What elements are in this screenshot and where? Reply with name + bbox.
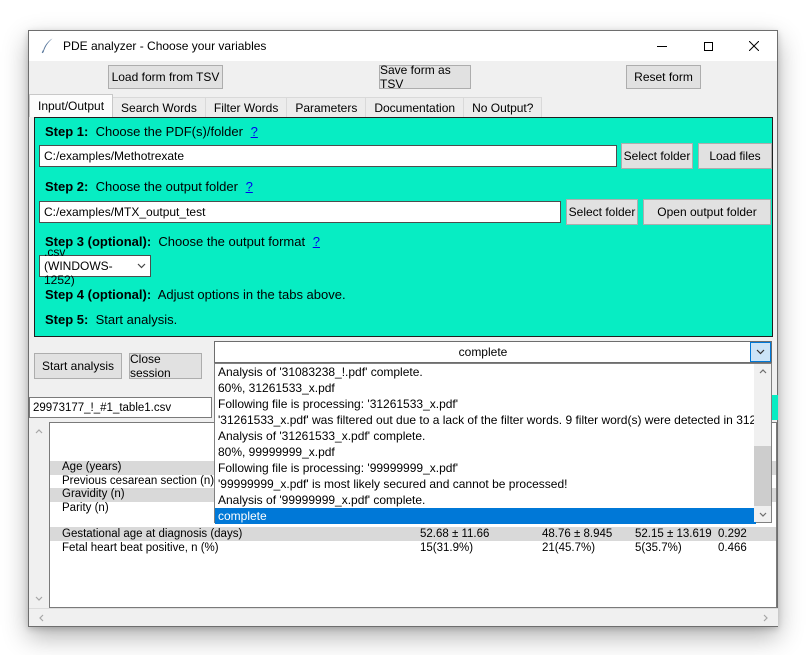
step5-label: Step 5: Start analysis. <box>45 312 177 327</box>
log-item[interactable]: Analysis of '31083238_!.pdf' complete. <box>215 364 754 380</box>
step1-select-folder-button[interactable]: Select folder <box>621 143 693 169</box>
row-value: 21(45.7%) <box>542 541 595 555</box>
scrollbar-thumb[interactable] <box>754 446 771 506</box>
log-item[interactable]: Following file is processing: '99999999_… <box>215 460 754 476</box>
row-value: 0.292 <box>718 527 747 541</box>
tab-no-output[interactable]: No Output? <box>463 97 542 117</box>
scroll-left-icon[interactable] <box>33 610 50 626</box>
app-window: PDE analyzer - Choose your variables Loa… <box>28 30 778 627</box>
table-row[interactable]: Fetal heart beat positive, n (%) 15(31.9… <box>50 541 776 555</box>
tab-filter-words[interactable]: Filter Words <box>205 97 287 117</box>
window-title: PDE analyzer - Choose your variables <box>63 39 266 53</box>
log-item[interactable]: '31261533_x.pdf' was filtered out due to… <box>215 412 754 428</box>
output-format-combobox[interactable]: .csv (WINDOWS-1252) <box>39 255 151 277</box>
step1-load-files-button[interactable]: Load files <box>698 143 772 169</box>
table-vertical-scrollbar[interactable] <box>30 422 48 608</box>
scroll-down-icon[interactable] <box>754 507 771 522</box>
python-feather-icon <box>40 38 55 54</box>
row-label: Fetal heart beat positive, n (%) <box>62 541 219 555</box>
row-label: Parity (n) <box>62 502 109 516</box>
row-label: Gestational age at diagnosis (days) <box>62 527 242 541</box>
close-button[interactable] <box>731 31 777 61</box>
load-form-tsv-button[interactable]: Load form from TSV <box>108 65 223 89</box>
title-bar: PDE analyzer - Choose your variables <box>29 31 777 61</box>
step2-help-link[interactable]: ? <box>246 179 253 194</box>
step4-label: Step 4 (optional): Adjust options in the… <box>45 287 346 302</box>
log-item[interactable]: 80%, 99999999_x.pdf <box>215 444 754 460</box>
row-label: Age (years) <box>62 461 121 475</box>
step3-help-link[interactable]: ? <box>313 234 320 249</box>
table-horizontal-scrollbar[interactable] <box>29 608 778 626</box>
save-form-tsv-button[interactable]: Save form as TSV <box>379 65 471 89</box>
row-value: 15(31.9%) <box>420 541 473 555</box>
tab-bar: Input/Output Search Words Filter Words P… <box>29 94 777 117</box>
log-list-scrollbar[interactable] <box>754 364 771 522</box>
row-value: 52.68 ± 11.66 <box>420 527 489 541</box>
log-item[interactable]: Analysis of '99999999_x.pdf' complete. <box>215 492 754 508</box>
step1-label: Step 1: Choose the PDF(s)/folder ? <box>45 124 258 139</box>
row-label: Gravidity (n) <box>62 488 125 502</box>
scroll-right-icon[interactable] <box>757 610 774 626</box>
start-analysis-button[interactable]: Start analysis <box>34 353 122 379</box>
row-value: 0.466 <box>718 541 747 555</box>
log-item-selected[interactable]: complete <box>215 508 756 524</box>
tab-documentation[interactable]: Documentation <box>365 97 464 117</box>
log-item[interactable]: Analysis of '31261533_x.pdf' complete. <box>215 428 754 444</box>
step2-select-folder-button[interactable]: Select folder <box>566 199 638 225</box>
tab-input-output[interactable]: Input/Output <box>29 94 113 117</box>
pdf-folder-input[interactable] <box>39 145 617 167</box>
row-value: 48.76 ± 8.945 <box>542 527 612 541</box>
teal-accent-strip <box>772 395 778 420</box>
scroll-up-icon[interactable] <box>30 424 48 439</box>
log-item[interactable]: 60%, 31261533_x.pdf <box>215 380 754 396</box>
step1-help-link[interactable]: ? <box>251 124 258 139</box>
output-folder-input[interactable] <box>39 201 561 223</box>
row-value: 52.15 ± 13.619 <box>635 527 712 541</box>
step2-label: Step 2: Choose the output folder ? <box>45 179 253 194</box>
combobox-dropdown-button[interactable] <box>750 342 771 362</box>
row-value: 5(35.7%) <box>635 541 682 555</box>
status-combobox-value: complete <box>215 342 751 362</box>
output-file-entry[interactable]: 29973177_!_#1_table1.csv <box>29 397 212 418</box>
scroll-up-icon[interactable] <box>754 364 771 379</box>
table-row[interactable]: Gestational age at diagnosis (days) 52.6… <box>50 527 776 541</box>
tab-search-words[interactable]: Search Words <box>112 97 206 117</box>
close-session-button[interactable]: Close session <box>129 353 202 379</box>
status-combobox[interactable]: complete <box>214 341 772 363</box>
tab-parameters[interactable]: Parameters <box>286 97 366 117</box>
minimize-button[interactable] <box>639 31 685 61</box>
step2-open-output-folder-button[interactable]: Open output folder <box>643 199 771 225</box>
log-item[interactable]: Following file is processing: '31261533_… <box>215 396 754 412</box>
row-label: Previous cesarean section (n) <box>62 475 214 489</box>
output-format-value: .csv (WINDOWS-1252) <box>44 245 137 287</box>
chevron-down-icon <box>137 263 146 269</box>
log-item[interactable]: '99999999_x.pdf' is most likely secured … <box>215 476 754 492</box>
scroll-down-icon[interactable] <box>30 591 48 606</box>
log-dropdown-list: Analysis of '31083238_!.pdf' complete. 6… <box>214 363 772 523</box>
maximize-button[interactable] <box>685 31 731 61</box>
input-output-panel: Step 1: Choose the PDF(s)/folder ? Selec… <box>34 117 773 337</box>
reset-form-button[interactable]: Reset form <box>626 65 701 89</box>
